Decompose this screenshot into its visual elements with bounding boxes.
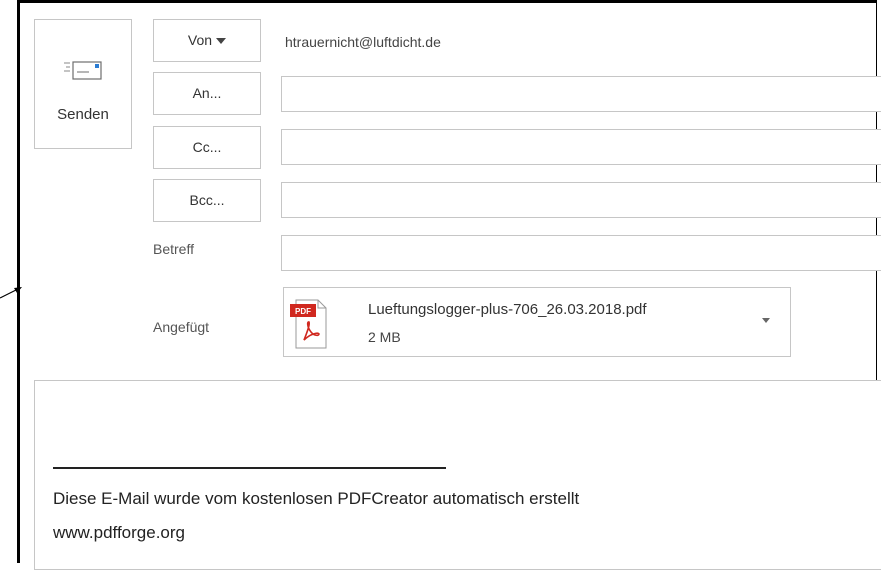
attachment-dropdown-icon[interactable] [762,318,770,323]
to-field[interactable] [281,76,881,112]
send-button-label: Senden [57,106,109,123]
cc-button[interactable]: Cc... [153,126,261,169]
send-envelope-icon [64,61,102,80]
to-button[interactable]: An... [153,72,261,115]
subject-field[interactable] [281,235,881,271]
chevron-down-icon [216,38,227,45]
from-button-label: Von [187,32,213,48]
attachment-size: 2 MB [368,329,401,345]
signature-divider [53,467,446,469]
signature-line-1: Diese E-Mail wurde vom kostenlosen PDFCr… [53,489,580,508]
subject-label: Betreff [153,241,194,257]
annotation-arrow-icon [0,287,22,299]
from-address: htrauernicht@luftdicht.de [285,34,441,50]
message-body[interactable]: Diese E-Mail wurde vom kostenlosen PDFCr… [34,380,881,570]
bcc-field[interactable] [281,182,881,218]
signature-line-2: www.pdfforge.org [53,523,185,542]
attachment-filename: Lueftungslogger-plus-706_26.03.2018.pdf [368,301,647,318]
pdf-icon: PDF [290,299,327,349]
cc-field[interactable] [281,129,881,165]
send-button[interactable]: Senden [34,19,132,149]
from-button[interactable]: Von [153,19,261,62]
svg-text:PDF: PDF [295,307,311,316]
attached-label: Angefügt [153,319,210,335]
bcc-button[interactable]: Bcc... [153,179,261,222]
attachment-item[interactable]: PDF Lueftungslogger-plus-706_26.03.2018.… [283,287,791,357]
